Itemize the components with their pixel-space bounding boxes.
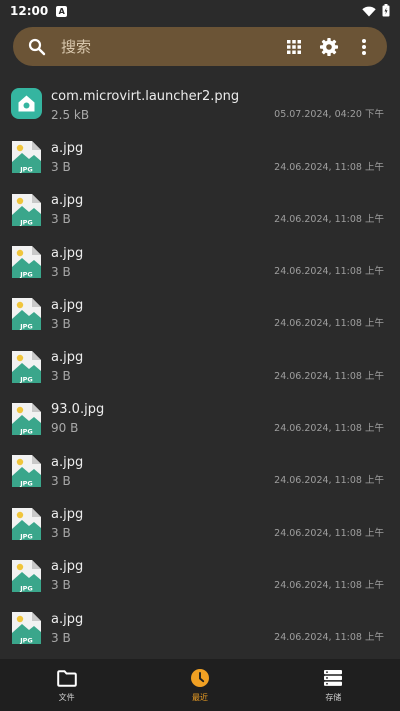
file-info: com.microvirt.launcher2.png 2.5 kB — [51, 79, 386, 131]
jpg-icon: JPG — [11, 350, 42, 384]
status-indicators — [362, 2, 390, 21]
jpg-badge-text: JPG — [19, 532, 33, 540]
storage-icon — [322, 667, 344, 689]
jpg-icon: JPG — [11, 611, 42, 645]
file-date: 24.06.2024, 11:08 上午 — [274, 318, 384, 330]
status-time: 12:00 — [10, 4, 49, 18]
file-name: a.jpg — [51, 193, 84, 209]
file-date: 24.06.2024, 11:08 上午 — [274, 161, 384, 173]
search-bar[interactable]: 搜索 — [13, 27, 387, 66]
file-row[interactable]: JPG a.jpg 3 B 24.06.2024, 11:08 上午 — [0, 131, 400, 183]
jpg-icon: JPG — [11, 402, 42, 436]
file-name: 93.0.jpg — [51, 402, 105, 418]
file-name: a.jpg — [51, 297, 84, 313]
nav-files[interactable]: 文件 — [0, 659, 133, 711]
file-info: a.jpg 3 B — [51, 445, 386, 497]
app-icon — [11, 88, 42, 122]
battery-icon — [382, 2, 390, 21]
file-row[interactable]: JPG a.jpg 3 B 24.06.2024, 11:08 上午 — [0, 602, 400, 654]
gear-icon[interactable] — [316, 34, 342, 60]
file-row[interactable]: JPG a.jpg 3 B 24.06.2024, 11:08 上午 — [0, 340, 400, 392]
jpg-icon: JPG — [11, 140, 42, 174]
nav-recent-label: 最近 — [191, 693, 208, 702]
more-options-icon[interactable] — [351, 34, 377, 60]
nav-recent[interactable]: 最近 — [133, 659, 266, 711]
file-row[interactable]: JPG a.jpg 3 B 24.06.2024, 11:08 上午 — [0, 236, 400, 288]
jpg-badge-text: JPG — [19, 427, 33, 435]
file-name: a.jpg — [51, 611, 84, 627]
file-row[interactable]: JPG a.jpg 3 B 24.06.2024, 11:08 上午 — [0, 550, 400, 602]
jpg-badge-text: JPG — [19, 584, 33, 592]
jpg-icon: JPG — [11, 297, 42, 331]
bottom-navigation: 文件 最近 存储 — [0, 659, 400, 711]
nav-storage-label: 存储 — [325, 693, 342, 702]
file-name: a.jpg — [51, 245, 84, 261]
jpg-icon: JPG — [11, 193, 42, 227]
search-icon[interactable] — [27, 37, 47, 57]
jpg-badge-text: JPG — [19, 480, 33, 488]
jpg-icon: JPG — [11, 245, 42, 279]
folder-icon — [56, 667, 78, 689]
file-row[interactable]: JPG a.jpg 3 B 24.06.2024, 11:08 上午 — [0, 497, 400, 549]
file-date: 24.06.2024, 11:08 上午 — [274, 527, 384, 539]
file-name: a.jpg — [51, 507, 84, 523]
wifi-icon — [362, 2, 376, 21]
file-name: a.jpg — [51, 559, 84, 575]
file-name: a.jpg — [51, 140, 84, 156]
file-info: a.jpg 3 B — [51, 550, 386, 602]
file-info: a.jpg 3 B — [51, 340, 386, 392]
file-date: 24.06.2024, 11:08 上午 — [274, 423, 384, 435]
jpg-badge-text: JPG — [19, 218, 33, 226]
file-date: 24.06.2024, 11:08 上午 — [274, 213, 384, 225]
file-info: a.jpg 3 B — [51, 236, 386, 288]
jpg-icon: JPG — [11, 507, 42, 541]
jpg-badge-text: JPG — [19, 375, 33, 383]
clock-icon — [189, 667, 211, 689]
file-date: 24.06.2024, 11:08 上午 — [274, 579, 384, 591]
file-row[interactable]: JPG a.jpg 3 B 24.06.2024, 11:08 上午 — [0, 184, 400, 236]
file-date: 05.07.2024, 04:20 下午 — [274, 109, 384, 121]
jpg-badge-text: JPG — [19, 166, 33, 174]
recent-files-list: com.microvirt.launcher2.png 2.5 kB 05.07.2… — [0, 79, 400, 654]
file-info: a.jpg 3 B — [51, 602, 386, 654]
file-info: a.jpg 3 B — [51, 131, 386, 183]
file-name: com.microvirt.launcher2.png — [51, 88, 240, 104]
nav-storage[interactable]: 存储 — [267, 659, 400, 711]
file-row[interactable]: JPG 93.0.jpg 90 B 24.06.2024, 11:08 上午 — [0, 393, 400, 445]
file-date: 24.06.2024, 11:08 上午 — [274, 266, 384, 278]
file-date: 24.06.2024, 11:08 上午 — [274, 370, 384, 382]
status-bar: 12:00 A — [0, 0, 400, 22]
jpg-badge-text: JPG — [19, 271, 33, 279]
file-date: 24.06.2024, 11:08 上午 — [274, 632, 384, 644]
file-row[interactable]: JPG a.jpg 3 B 24.06.2024, 11:08 上午 — [0, 445, 400, 497]
file-date: 24.06.2024, 11:08 上午 — [274, 475, 384, 487]
file-info: a.jpg 3 B — [51, 288, 386, 340]
search-input[interactable]: 搜索 — [61, 36, 272, 57]
jpg-icon: JPG — [11, 559, 42, 593]
jpg-badge-text: JPG — [19, 637, 33, 645]
file-info: a.jpg 3 B — [51, 184, 386, 236]
file-info: a.jpg 3 B — [51, 497, 386, 549]
file-row[interactable]: com.microvirt.launcher2.png 2.5 kB 05.07.2… — [0, 79, 400, 131]
jpg-badge-text: JPG — [19, 323, 33, 331]
notification-a-icon: A — [56, 5, 68, 17]
jpg-icon: JPG — [11, 454, 42, 488]
grid-view-icon[interactable] — [281, 34, 307, 60]
file-name: a.jpg — [51, 350, 84, 366]
file-name: a.jpg — [51, 454, 84, 470]
nav-files-label: 文件 — [58, 693, 75, 702]
file-info: 93.0.jpg 90 B — [51, 393, 386, 445]
file-row[interactable]: JPG a.jpg 3 B 24.06.2024, 11:08 上午 — [0, 288, 400, 340]
